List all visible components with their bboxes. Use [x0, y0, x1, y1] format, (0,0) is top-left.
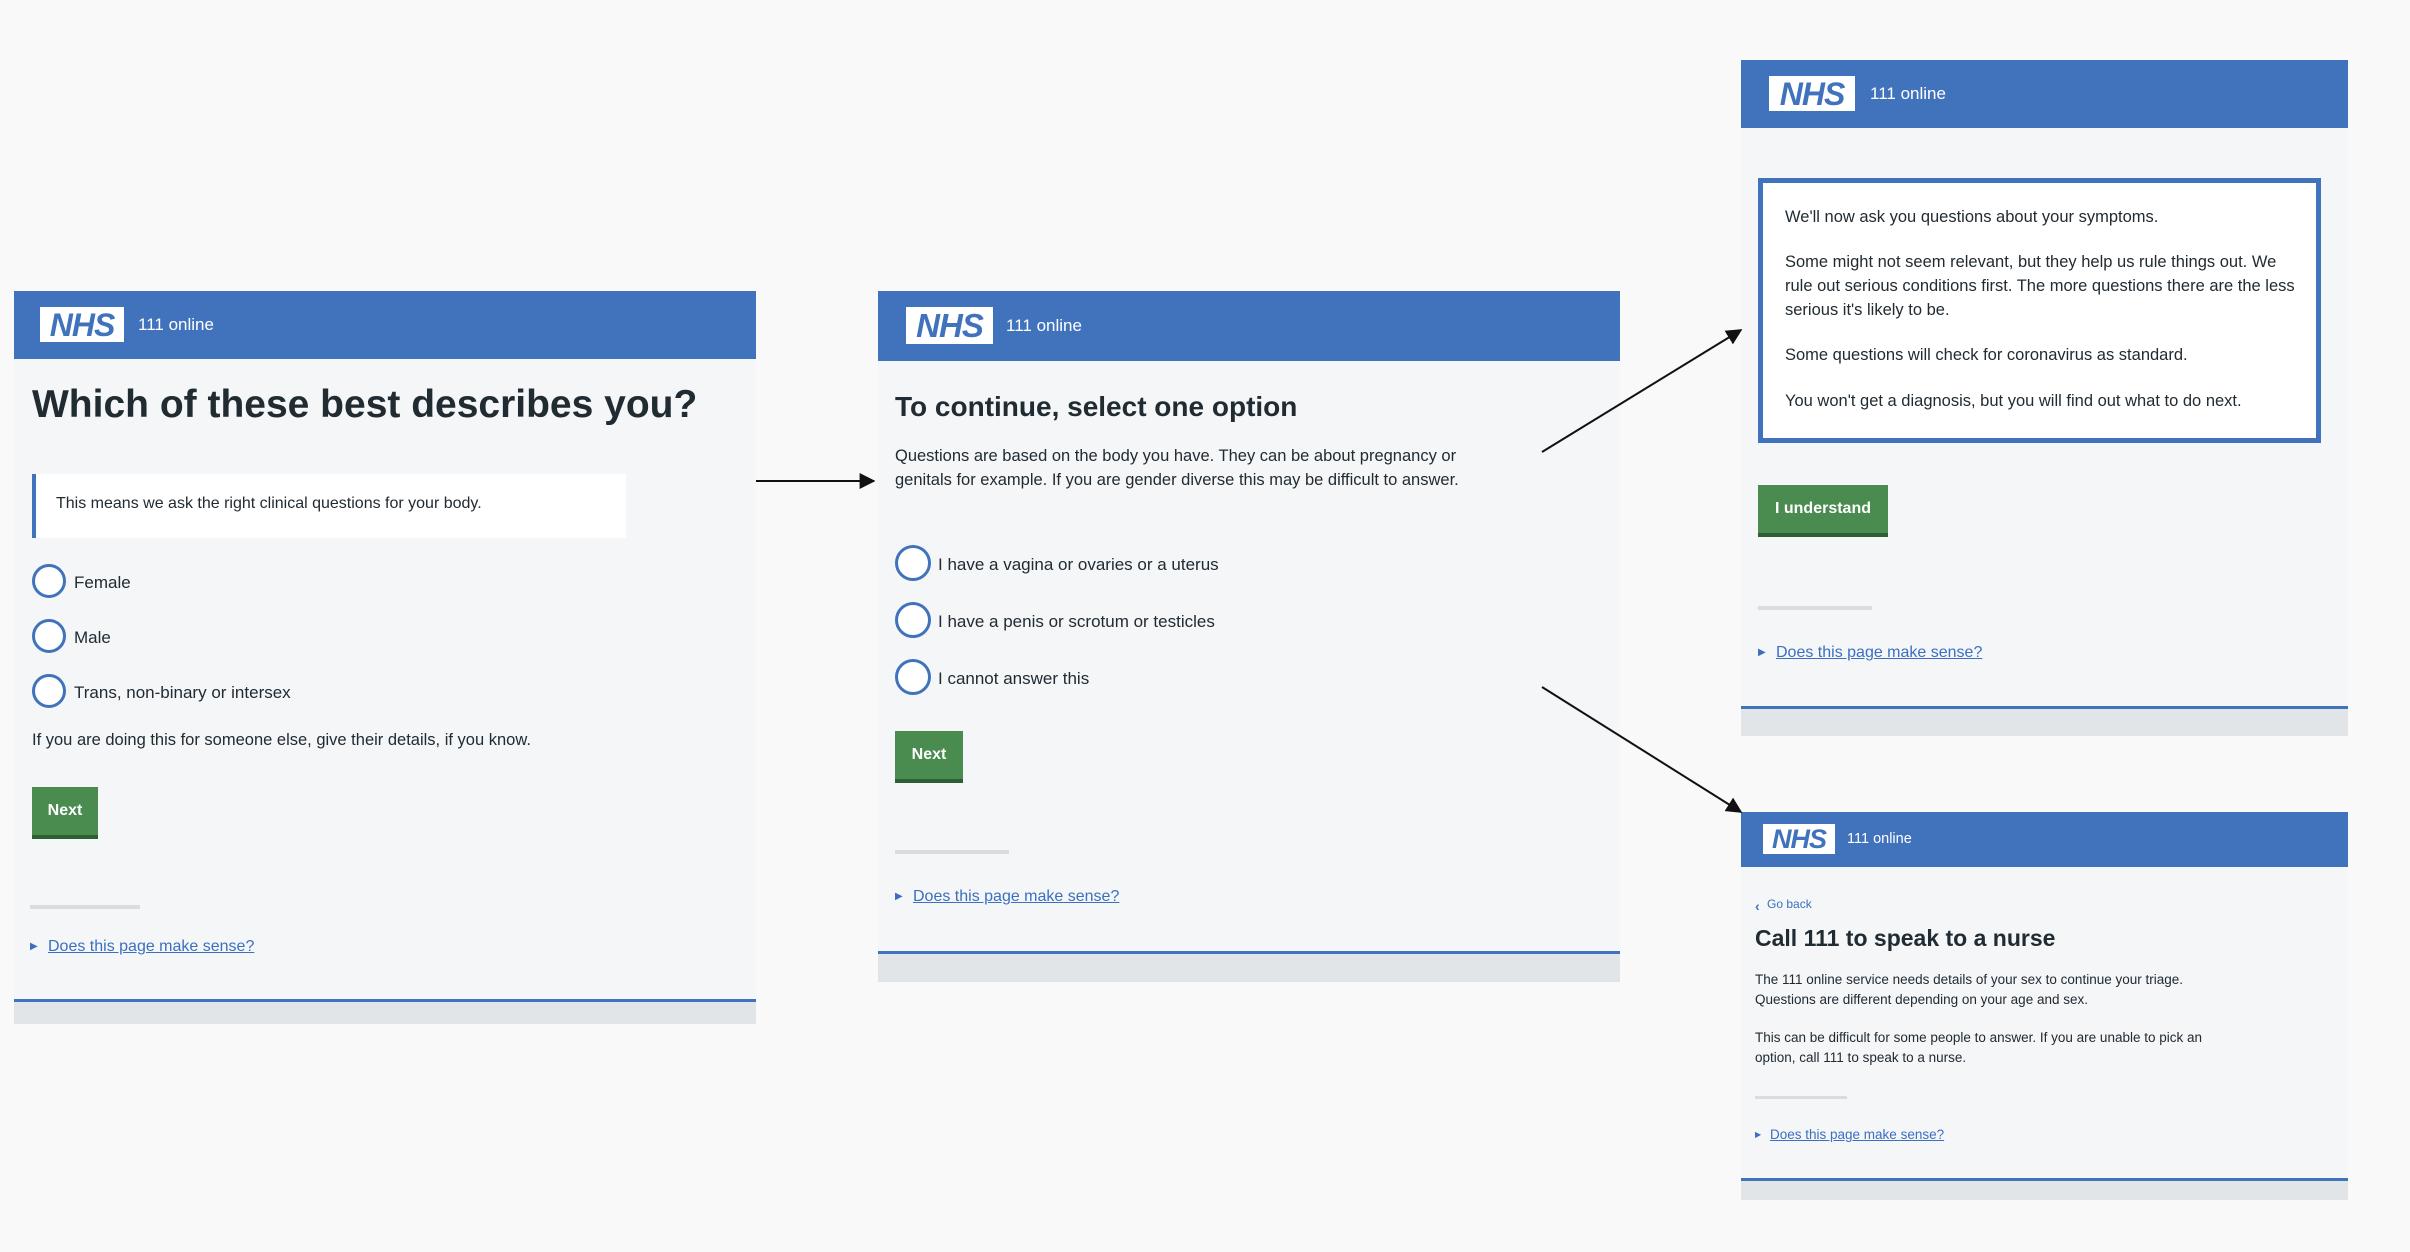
- flow-arrows: [756, 329, 1743, 813]
- arrow-to-symptoms-intro: [1541, 329, 1743, 453]
- arrow-to-call-111: [1541, 686, 1743, 813]
